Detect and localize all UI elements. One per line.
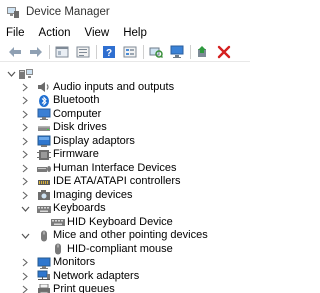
- chevron-right-icon[interactable]: [20, 270, 30, 283]
- tree-child-hid-keyboard[interactable]: HID Keyboard Device: [0, 216, 250, 229]
- tree-item-label: Computer: [53, 107, 102, 120]
- chevron-right-icon[interactable]: [20, 108, 30, 121]
- tree-item-firmware[interactable]: Firmware: [0, 148, 250, 161]
- tree-item-label: Bluetooth: [53, 94, 100, 106]
- tree-item-hid[interactable]: Human Interface Devices: [0, 162, 250, 175]
- chevron-down-icon[interactable]: [20, 202, 30, 215]
- tree-item-bluetooth[interactable]: Bluetooth: [0, 94, 250, 107]
- tree-item-label: Human Interface Devices: [53, 161, 177, 174]
- disk-drive-icon: [37, 122, 51, 134]
- toolbar-separator: [143, 44, 144, 59]
- update-driver-icon[interactable]: [194, 43, 212, 61]
- chevron-right-icon[interactable]: [20, 148, 30, 161]
- toolbar-separator: [49, 44, 50, 59]
- menu-view[interactable]: View: [85, 27, 110, 39]
- tree-root[interactable]: [0, 67, 250, 80]
- chevron-right-icon[interactable]: [20, 175, 30, 188]
- chevron-down-icon[interactable]: [6, 67, 16, 80]
- tree-item-imaging-devices[interactable]: Imaging devices: [0, 189, 250, 202]
- toolbar-separator: [190, 44, 191, 59]
- tree-item-label: Print queues: [53, 283, 115, 293]
- view-list-icon[interactable]: [121, 43, 139, 61]
- hid-icon: [37, 162, 51, 174]
- monitor-icon: [37, 257, 51, 269]
- tree-item-display-adaptors[interactable]: Display adaptors: [0, 135, 250, 148]
- device-tree[interactable]: Audio inputs and outputs Bluetooth Compu…: [0, 64, 250, 293]
- tree-child-hid-mouse[interactable]: HID-compliant mouse: [0, 243, 250, 256]
- printer-icon: [37, 283, 51, 293]
- keyboard-icon: [51, 216, 65, 228]
- properties-sheet-icon[interactable]: [53, 43, 71, 61]
- title-bar: Device Manager: [0, 0, 250, 24]
- back-icon[interactable]: [6, 43, 24, 61]
- tree-item-label: Imaging devices: [53, 188, 133, 201]
- display-adapter-icon: [37, 135, 51, 147]
- menu-bar: File Action View Help: [0, 24, 250, 42]
- uninstall-icon[interactable]: [215, 43, 233, 61]
- chevron-right-icon[interactable]: [20, 94, 30, 107]
- tree-item-label: Monitors: [53, 256, 96, 268]
- tree-item-mice[interactable]: Mice and other pointing devices: [0, 229, 250, 242]
- tree-item-label: HID Keyboard Device: [67, 215, 173, 228]
- menu-file[interactable]: File: [6, 27, 25, 39]
- tree-item-label: Keyboards: [53, 202, 106, 214]
- chevron-down-icon[interactable]: [20, 229, 30, 242]
- tree-item-label: Disk drives: [53, 121, 107, 133]
- chevron-right-icon[interactable]: [20, 256, 30, 269]
- firmware-icon: [37, 149, 51, 161]
- network-adapter-icon: [37, 270, 51, 282]
- tree-item-label: Network adapters: [53, 269, 140, 282]
- tree-item-label: Audio inputs and outputs: [53, 80, 175, 93]
- chevron-right-icon[interactable]: [20, 121, 30, 134]
- tree-item-print-queues[interactable]: Print queues: [0, 283, 250, 293]
- menu-action[interactable]: Action: [39, 27, 71, 39]
- window-title: Device Manager: [26, 6, 110, 18]
- mouse-icon: [51, 243, 65, 255]
- chevron-right-icon[interactable]: [20, 162, 30, 175]
- tree-item-disk-drives[interactable]: Disk drives: [0, 121, 250, 134]
- toolbar-separator: [96, 44, 97, 59]
- computer-icon: [37, 108, 51, 120]
- monitor-icon[interactable]: [168, 43, 186, 61]
- camera-icon: [37, 189, 51, 201]
- tree-item-computer[interactable]: Computer: [0, 108, 250, 121]
- chevron-right-icon[interactable]: [20, 189, 30, 202]
- tree-item-keyboards[interactable]: Keyboards: [0, 202, 250, 215]
- help-icon[interactable]: ?: [100, 43, 118, 61]
- toolbar: ?: [0, 42, 250, 62]
- chevron-right-icon[interactable]: [20, 81, 30, 94]
- computer-root-icon: [19, 68, 33, 80]
- tree-item-label: IDE ATA/ATAPI controllers: [53, 175, 181, 187]
- tree-item-label: Mice and other pointing devices: [53, 229, 208, 241]
- tree-item-monitors[interactable]: Monitors: [0, 256, 250, 269]
- device-manager-app-icon: [6, 5, 20, 19]
- tree-item-ide-controllers[interactable]: IDE ATA/ATAPI controllers: [0, 175, 250, 188]
- tree-item-label: Display adaptors: [53, 134, 135, 147]
- ide-controller-icon: [37, 176, 51, 188]
- menu-help[interactable]: Help: [123, 27, 147, 39]
- forward-icon[interactable]: [27, 43, 45, 61]
- tree-item-label: HID-compliant mouse: [67, 242, 173, 255]
- tree-item-label: Firmware: [53, 148, 99, 160]
- tree-item-network-adapters[interactable]: Network adapters: [0, 270, 250, 283]
- scan-hardware-icon[interactable]: [147, 43, 165, 61]
- svg-text:?: ?: [106, 48, 112, 59]
- mouse-icon: [37, 230, 51, 242]
- speaker-icon: [37, 81, 51, 93]
- chevron-right-icon[interactable]: [20, 135, 30, 148]
- show-hidden-icon[interactable]: [74, 43, 92, 61]
- tree-item-audio[interactable]: Audio inputs and outputs: [0, 81, 250, 94]
- keyboard-icon: [37, 203, 51, 215]
- chevron-right-icon[interactable]: [20, 283, 30, 293]
- bluetooth-icon: [37, 94, 51, 107]
